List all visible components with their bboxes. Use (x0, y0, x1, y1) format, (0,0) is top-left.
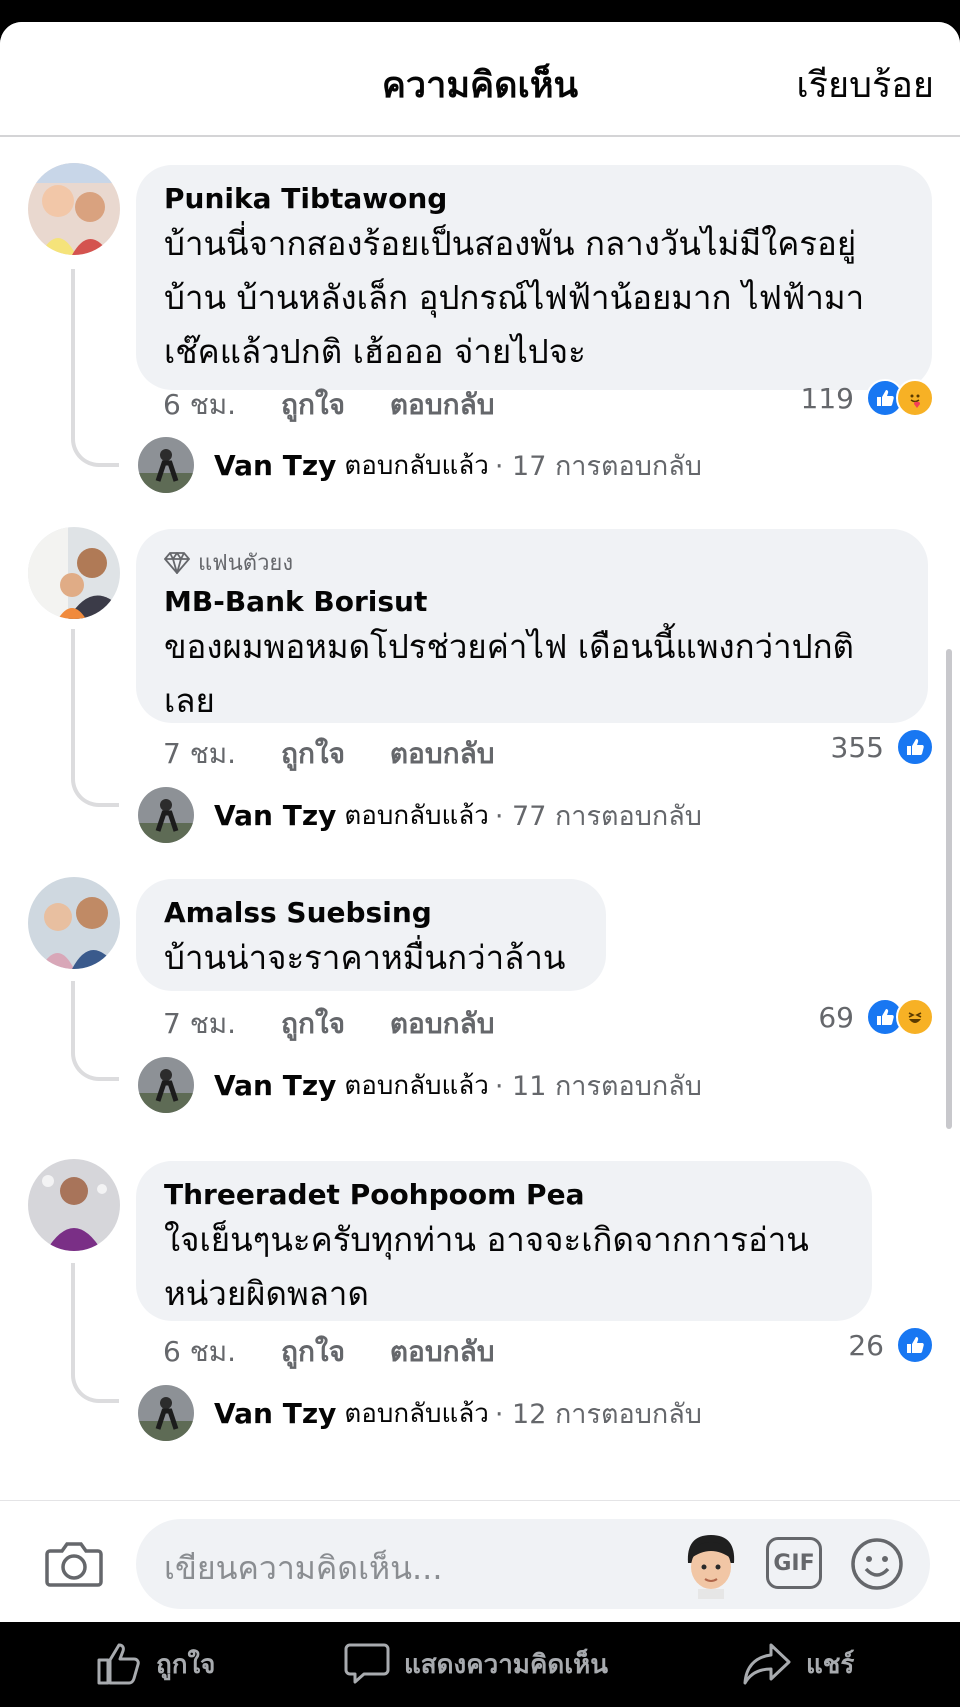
reply-avatar[interactable] (138, 1057, 194, 1113)
reply-text: ตอบกลับแล้ว (344, 800, 489, 831)
like-reaction-icon (896, 728, 934, 766)
post-action-bar: ถูกใจ แสดงความคิดเห็น แชร์ (0, 1622, 960, 1707)
reaction-summary[interactable]: 119 (801, 379, 934, 417)
avatar[interactable] (28, 877, 120, 969)
reply-button[interactable]: ตอบกลับ (390, 1335, 495, 1368)
comment-text: ของผมพอหมดโปรช่วยค่าไฟ เดือนนี้แพงกว่าปก… (164, 627, 854, 720)
comment-input[interactable]: เขียนความคิดเห็น... GIF (136, 1519, 930, 1609)
gif-button[interactable]: GIF (766, 1537, 822, 1589)
comment-text: บ้านนี่จากสองร้อยเป็นสองพัน กลางวันไม่มี… (164, 224, 865, 371)
thread-line (71, 981, 119, 1081)
reaction-summary[interactable]: 26 (848, 1326, 934, 1364)
comment-time: 7 ชม. (163, 737, 237, 770)
reply-preview[interactable]: Van Tzy ตอบกลับแล้ว · 11 การตอบกลับ (138, 1057, 702, 1113)
thread-line (71, 1263, 119, 1403)
reply-text: ตอบกลับแล้ว (344, 1398, 489, 1429)
reaction-count: 69 (818, 1000, 854, 1034)
haha-reaction-icon (896, 998, 934, 1036)
comment-input-placeholder: เขียนความคิดเห็น... (164, 1549, 443, 1587)
like-button[interactable]: ถูกใจ (281, 737, 345, 770)
post-comment-button[interactable]: แสดงความคิดเห็น (344, 1642, 608, 1686)
reply-text: ตอบกลับแล้ว (344, 450, 489, 481)
reply-text: ตอบกลับแล้ว (344, 1070, 489, 1101)
reply-count[interactable]: · 12 การตอบกลับ (495, 1392, 702, 1435)
comment-icon (344, 1643, 390, 1684)
comment-bubble[interactable]: Punika Tibtawong บ้านนี่จากสองร้อยเป็นสอ… (136, 165, 932, 390)
like-button[interactable]: ถูกใจ (281, 388, 345, 421)
thread-line (71, 629, 119, 807)
comment-bubble[interactable]: Amalss Suebsing บ้านน่าจะราคาหมื่นกว่าล้… (136, 879, 606, 991)
like-button[interactable]: ถูกใจ (281, 1335, 345, 1368)
reply-button[interactable]: ตอบกลับ (390, 1007, 495, 1040)
comment-actions: 6 ชม. ถูกใจ ตอบกลับ (163, 383, 531, 427)
comment-time: 6 ชม. (163, 388, 237, 421)
reaction-count: 119 (800, 381, 854, 415)
comment-actions: 6 ชม. ถูกใจ ตอบกลับ (163, 1330, 531, 1374)
reaction-count: 355 (830, 730, 884, 764)
like-reaction-icon (896, 1326, 934, 1364)
reply-author[interactable]: Van Tzy (214, 1397, 336, 1430)
comment-bubble[interactable]: Threeradet Poohpoom Pea ใจเย็นๆนะครับทุก… (136, 1161, 872, 1321)
avatar-sticker-icon[interactable] (676, 1529, 746, 1599)
share-icon (743, 1643, 791, 1685)
comment-author[interactable]: Threeradet Poohpoom Pea (164, 1177, 844, 1213)
comment-list[interactable]: Punika Tibtawong บ้านนี่จากสองร้อยเป็นสอ… (0, 139, 960, 1522)
reaction-summary[interactable]: 355 (831, 728, 934, 766)
diamond-icon (164, 551, 190, 574)
comments-sheet: ความคิดเห็น เรียบร้อย Punika Tibtawong บ… (0, 22, 960, 1622)
like-button[interactable]: ถูกใจ (281, 1007, 345, 1040)
reply-author[interactable]: Van Tzy (214, 449, 336, 482)
comment-time: 7 ชม. (163, 1007, 237, 1040)
comment-author[interactable]: MB-Bank Borisut (164, 584, 900, 620)
post-like-button[interactable]: ถูกใจ (96, 1642, 215, 1686)
top-fan-badge: แฟนตัวยง (164, 545, 900, 580)
thumbs-up-icon (97, 1643, 140, 1685)
thread-line (71, 269, 119, 467)
avatar[interactable] (28, 527, 120, 619)
comments-header: ความคิดเห็น เรียบร้อย (0, 22, 960, 137)
reply-button[interactable]: ตอบกลับ (390, 388, 495, 421)
post-like-label: ถูกใจ (156, 1649, 216, 1680)
avatar[interactable] (28, 163, 120, 255)
comment-author[interactable]: Amalss Suebsing (164, 895, 578, 931)
reply-avatar[interactable] (138, 1385, 194, 1441)
comment-text: บ้านน่าจะราคาหมื่นกว่าล้าน (164, 938, 566, 977)
reply-avatar[interactable] (138, 437, 194, 493)
reply-author[interactable]: Van Tzy (214, 799, 336, 832)
reaction-summary[interactable]: 69 (818, 998, 934, 1036)
post-comment-label: แสดงความคิดเห็น (404, 1649, 609, 1680)
comment-time: 6 ชม. (163, 1335, 237, 1368)
avatar[interactable] (28, 1159, 120, 1251)
comment-author[interactable]: Punika Tibtawong (164, 181, 904, 217)
comment-composer: เขียนความคิดเห็น... GIF (0, 1500, 960, 1622)
comment-bubble[interactable]: แฟนตัวยง MB-Bank Borisut ของผมพอหมดโปรช่… (136, 529, 928, 723)
done-button[interactable]: เรียบร้อย (796, 56, 934, 113)
care-reaction-icon (896, 379, 934, 417)
reply-count[interactable]: · 11 การตอบกลับ (495, 1064, 702, 1107)
comment-actions: 7 ชม. ถูกใจ ตอบกลับ (163, 732, 531, 776)
scrollbar[interactable] (946, 649, 952, 1129)
comment-actions: 7 ชม. ถูกใจ ตอบกลับ (163, 1002, 531, 1046)
post-share-label: แชร์ (806, 1649, 855, 1680)
reply-count[interactable]: · 77 การตอบกลับ (495, 794, 702, 837)
reply-author[interactable]: Van Tzy (214, 1069, 336, 1102)
comment-text: ใจเย็นๆนะครับทุกท่าน อาจจะเกิดจากการอ่าน… (164, 1220, 809, 1313)
reply-avatar[interactable] (138, 787, 194, 843)
reaction-count: 26 (848, 1328, 884, 1362)
emoji-icon[interactable] (850, 1537, 904, 1591)
reply-count[interactable]: · 17 การตอบกลับ (495, 444, 702, 487)
post-share-button[interactable]: แชร์ (742, 1642, 854, 1686)
badge-label: แฟนตัวยง (198, 551, 294, 576)
reply-button[interactable]: ตอบกลับ (390, 737, 495, 770)
reply-preview[interactable]: Van Tzy ตอบกลับแล้ว · 12 การตอบกลับ (138, 1385, 702, 1441)
reply-preview[interactable]: Van Tzy ตอบกลับแล้ว · 17 การตอบกลับ (138, 437, 702, 493)
camera-icon[interactable] (44, 1539, 104, 1589)
reply-preview[interactable]: Van Tzy ตอบกลับแล้ว · 77 การตอบกลับ (138, 787, 702, 843)
